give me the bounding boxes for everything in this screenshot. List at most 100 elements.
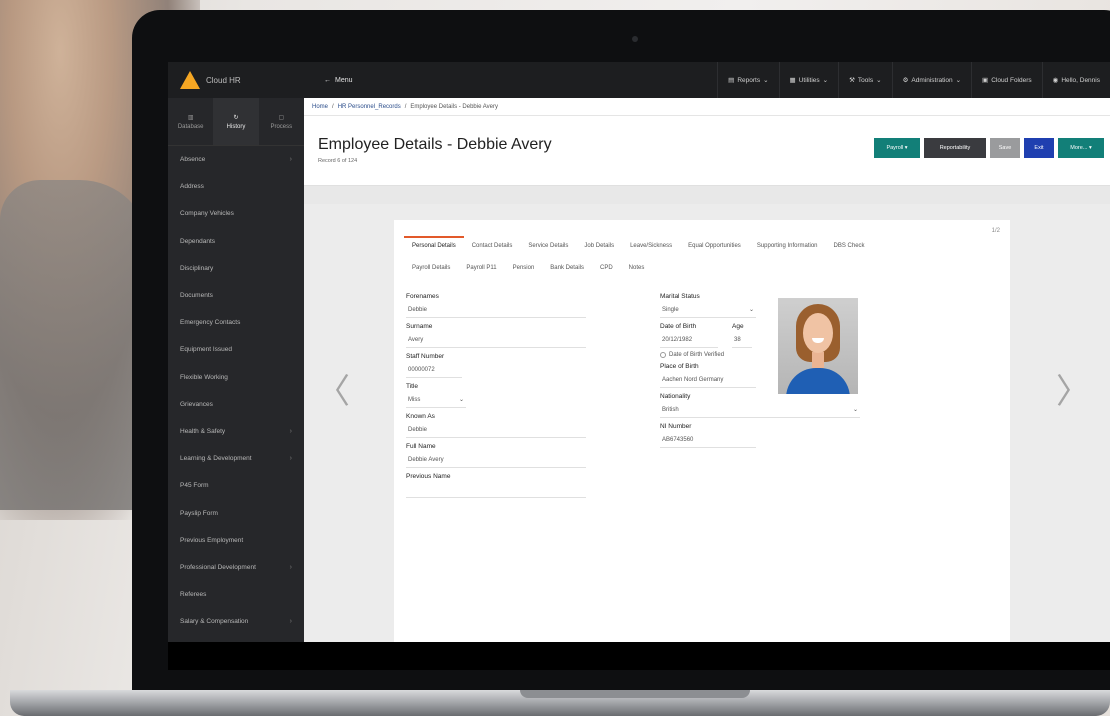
staff-number-input[interactable]: 00000072 — [406, 362, 462, 378]
title-select-value: Miss — [408, 396, 421, 403]
record-count: Record 6 of 124 — [318, 158, 358, 164]
employee-photo[interactable] — [778, 298, 858, 394]
sidebar-item[interactable]: Dependants — [168, 228, 304, 255]
sidebar-item[interactable]: Disciplinary — [168, 255, 304, 282]
tab-notes[interactable]: Notes — [621, 258, 653, 278]
breadcrumb-section[interactable]: HR Personnel_Records — [338, 104, 401, 110]
breadcrumb: Home / HR Personnel_Records / Employee D… — [304, 98, 1110, 116]
exit-button[interactable]: Exit — [1024, 138, 1054, 158]
previous-name-input[interactable] — [406, 482, 586, 498]
topnav-user[interactable]: ◉ Hello, Dennis — [1041, 62, 1110, 98]
payroll-button[interactable]: Payroll ▾ — [874, 138, 920, 158]
title-select[interactable]: Miss ⌄ — [406, 392, 466, 408]
dob-input[interactable]: 20/12/1982 — [660, 332, 718, 348]
tab-payroll-p11[interactable]: Payroll P11 — [458, 258, 504, 278]
next-record-arrow-icon[interactable]: 〉 — [1056, 364, 1090, 413]
sidebar-item[interactable]: Health & Safety › — [168, 418, 304, 445]
tab-cpd[interactable]: CPD — [592, 258, 621, 278]
topnav-administration[interactable]: ⚙ Administration ⌄ — [891, 62, 971, 98]
sidebar-item[interactable]: Previous Employment — [168, 527, 304, 554]
forenames-label: Forenames — [406, 293, 439, 300]
marital-status-select[interactable]: Single ⌄ — [660, 302, 756, 318]
sidebar-item-label: Company Vehicles — [180, 210, 234, 218]
previous-record-arrow-icon[interactable]: 〈 — [316, 364, 350, 413]
sidebar-item[interactable]: P45 Form — [168, 472, 304, 499]
sidebar-item-label: Previous Employment — [180, 536, 244, 544]
sidebar-item[interactable]: Professional Development › — [168, 554, 304, 581]
sidebar-tab-process[interactable]: ▢ Process — [259, 98, 304, 145]
tab-dbs-check[interactable]: DBS Check — [826, 236, 873, 256]
sidebar-item[interactable]: Emergency Contacts — [168, 309, 304, 336]
sidebar-item-label: Flexible Working — [180, 373, 228, 381]
tools-icon: ⚒ — [849, 77, 855, 84]
sidebar-tab-history[interactable]: ↻ History — [213, 98, 259, 145]
sidebar-item[interactable]: Equipment Issued — [168, 336, 304, 363]
sidebar-item[interactable]: Payslip Form — [168, 499, 304, 526]
tab-personal-details[interactable]: Personal Details — [404, 236, 464, 256]
sidebar-item[interactable]: Absence › — [168, 146, 304, 173]
topnav-reports-label: Reports — [737, 76, 761, 84]
dob-label: Date of Birth — [660, 323, 697, 330]
tab-equal-opportunities[interactable]: Equal Opportunities — [680, 236, 749, 256]
topnav-utilities-label: Utilities — [798, 76, 820, 84]
page-header: Employee Details - Debbie Avery Record 6… — [304, 116, 1110, 186]
topnav-tools[interactable]: ⚒ Tools ⌄ — [838, 62, 891, 98]
sidebar-item-label: P45 Form — [180, 482, 209, 490]
known-as-label: Known As — [406, 413, 435, 420]
sidebar-item-label: Referees — [180, 591, 207, 599]
more-button[interactable]: More... ▾ — [1058, 138, 1104, 158]
sidebar-item[interactable]: Address — [168, 173, 304, 200]
full-name-label: Full Name — [406, 443, 436, 450]
tab-leave-sickness[interactable]: Leave/Sickness — [622, 236, 680, 256]
surname-label: Surname — [406, 323, 433, 330]
dob-verified-checkbox[interactable] — [660, 352, 666, 358]
sidebar-tab-label: Database — [177, 123, 204, 130]
place-of-birth-input[interactable]: Aachen Nord Germany — [660, 372, 756, 388]
sidebar-item[interactable]: Grievances — [168, 391, 304, 418]
sidebar-items: Absence › Address Company Vehicles Dependant… — [168, 146, 304, 635]
breadcrumb-home[interactable]: Home — [312, 104, 328, 110]
save-button[interactable]: Save — [990, 138, 1020, 158]
tab-supporting-information[interactable]: Supporting Information — [749, 236, 826, 256]
known-as-input[interactable]: Debbie — [406, 422, 586, 438]
tab-payroll-details[interactable]: Payroll Details — [404, 258, 458, 278]
sidebar-item[interactable]: Documents — [168, 282, 304, 309]
sidebar-item-label: Salary & Compensation — [180, 618, 249, 626]
tab-pension[interactable]: Pension — [505, 258, 543, 278]
surname-input[interactable]: Avery — [406, 332, 586, 348]
chevron-down-icon: ⌄ — [748, 307, 754, 313]
chevron-right-icon: › — [289, 455, 292, 463]
sidebar-tab-label: Process — [270, 123, 293, 130]
tab-bank-details[interactable]: Bank Details — [542, 258, 592, 278]
menu-button[interactable]: ← Menu — [324, 77, 353, 84]
content-area: 〈 〉 1/2 Personal Details Contact Details S… — [304, 204, 1110, 642]
topnav-utilities[interactable]: ▦ Utilities ⌄ — [778, 62, 839, 98]
sidebar-item-label: Documents — [180, 292, 213, 300]
sidebar-item-label: Professional Development — [180, 563, 256, 571]
sidebar-item[interactable]: Referees — [168, 581, 304, 608]
photo-face — [803, 313, 833, 353]
app-logo[interactable]: Cloud HR — [168, 62, 304, 98]
breadcrumb-current: Employee Details - Debbie Avery — [410, 103, 498, 110]
sidebar-tab-database[interactable]: ▥ Database — [168, 98, 213, 145]
topnav-reports[interactable]: ▤ Reports ⌄ — [717, 62, 778, 98]
ni-number-input[interactable]: AB6743560 — [660, 432, 756, 448]
topnav-cloud-folders[interactable]: ▣ Cloud Folders — [971, 62, 1042, 98]
sidebar-item[interactable]: Salary & Compensation › — [168, 608, 304, 635]
topnav-user-label: Hello, Dennis — [1061, 76, 1100, 84]
tab-service-details[interactable]: Service Details — [520, 236, 576, 256]
sidebar-item[interactable]: Flexible Working — [168, 364, 304, 391]
chevron-down-icon: ⌄ — [876, 77, 882, 84]
chevron-right-icon: › — [289, 563, 292, 571]
nationality-select[interactable]: British ⌄ — [660, 402, 860, 418]
reportability-button[interactable]: Reportability — [924, 138, 986, 158]
sidebar-item[interactable]: Company Vehicles — [168, 200, 304, 227]
sidebar-item-label: Learning & Development — [180, 455, 252, 463]
full-name-input[interactable]: Debbie Avery — [406, 452, 586, 468]
tab-job-details[interactable]: Job Details — [576, 236, 622, 256]
sidebar-item[interactable]: Learning & Development › — [168, 445, 304, 472]
forenames-input[interactable]: Debbie — [406, 302, 586, 318]
sidebar-item-label: Absence — [180, 156, 206, 164]
nationality-label: Nationality — [660, 393, 691, 400]
tab-contact-details[interactable]: Contact Details — [464, 236, 521, 256]
